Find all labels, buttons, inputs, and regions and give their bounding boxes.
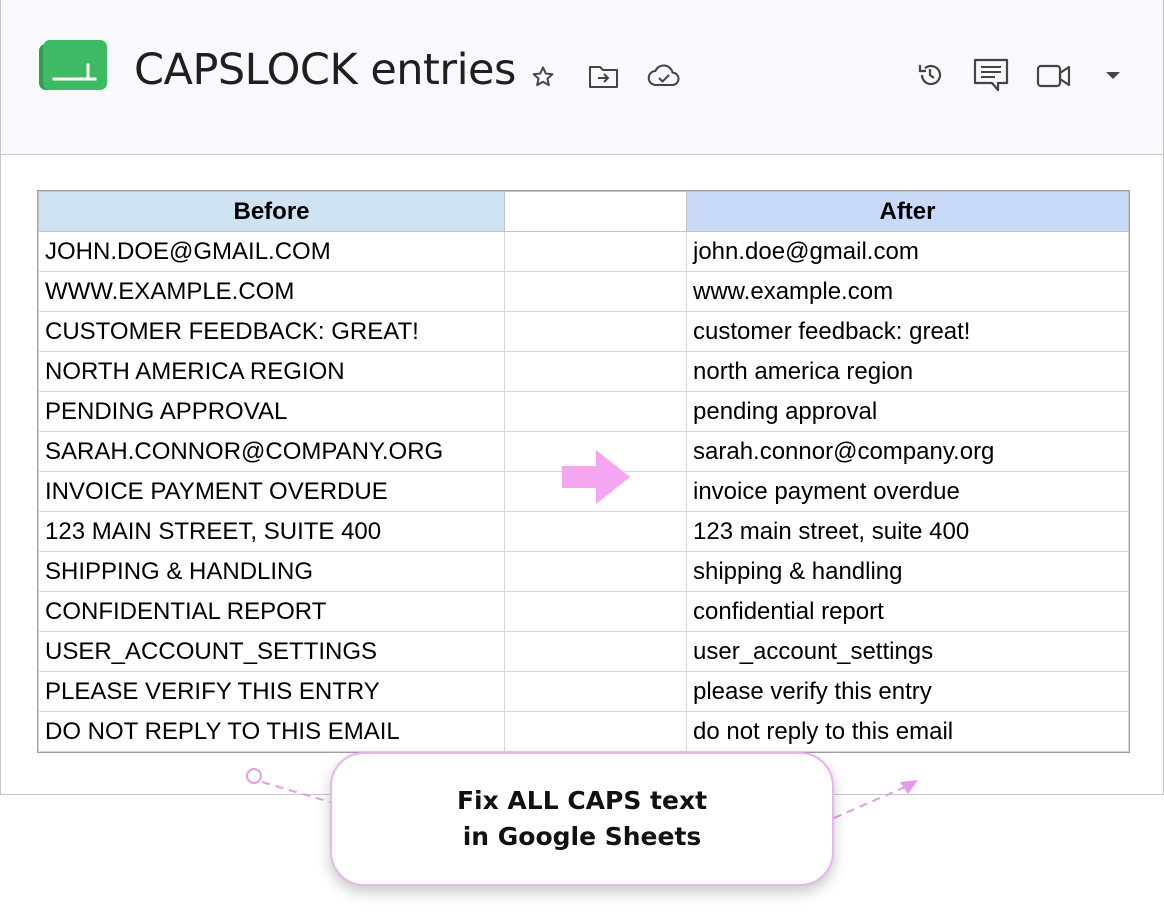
cell-before[interactable]: DO NOT REPLY TO THIS EMAIL <box>38 711 505 752</box>
cell-before[interactable]: INVOICE PAYMENT OVERDUE <box>38 471 505 512</box>
cell-after[interactable]: john.doe@gmail.com <box>686 231 1129 272</box>
app-header: CAPSLOCK entries <box>1 0 1163 155</box>
cell-before[interactable]: NORTH AMERICA REGION <box>38 351 505 392</box>
cell-spacer[interactable] <box>504 271 687 312</box>
cell-after[interactable]: user_account_settings <box>686 631 1129 672</box>
cell-spacer[interactable] <box>504 671 687 712</box>
cell-spacer[interactable] <box>504 591 687 632</box>
table-row: SHIPPING & HANDLING shipping & handling <box>38 551 1129 592</box>
cell-before[interactable]: SARAH.CONNOR@COMPANY.ORG <box>38 431 505 472</box>
star-icon[interactable] <box>530 64 556 90</box>
cell-after[interactable]: invoice payment overdue <box>686 471 1129 512</box>
cell-before[interactable]: PENDING APPROVAL <box>38 391 505 432</box>
cell-spacer[interactable] <box>504 311 687 352</box>
header-spacer[interactable] <box>504 191 687 232</box>
cell-after[interactable]: customer feedback: great! <box>686 311 1129 352</box>
table-row: 123 MAIN STREET, SUITE 400 123 main stree… <box>38 511 1129 552</box>
cell-after[interactable]: pending approval <box>686 391 1129 432</box>
header-before[interactable]: Before <box>38 191 505 232</box>
cell-spacer[interactable] <box>504 631 687 672</box>
table-row: WWW.EXAMPLE.COM www.example.com <box>38 271 1129 312</box>
cell-after[interactable]: north america region <box>686 351 1129 392</box>
cell-spacer[interactable] <box>504 511 687 552</box>
table-row: CUSTOMER FEEDBACK: GREAT! customer feedba… <box>38 311 1129 352</box>
table-row: JOHN.DOE@GMAIL.COM john.doe@gmail.com <box>38 231 1129 272</box>
cell-spacer[interactable] <box>504 711 687 752</box>
cell-spacer[interactable] <box>504 231 687 272</box>
cell-after[interactable]: shipping & handling <box>686 551 1129 592</box>
cell-after[interactable]: please verify this entry <box>686 671 1129 712</box>
cell-before[interactable]: 123 MAIN STREET, SUITE 400 <box>38 511 505 552</box>
sheets-window: CAPSLOCK entries Before After JOHN.DOE@G… <box>0 0 1164 795</box>
callout-line-1: Fix ALL CAPS text <box>456 786 708 815</box>
table-row: NORTH AMERICA REGION north america region <box>38 351 1129 392</box>
cell-before[interactable]: USER_ACCOUNT_SETTINGS <box>38 631 505 672</box>
table-row: CONFIDENTIAL REPORT confidential report <box>38 591 1129 632</box>
cloud-saved-icon[interactable] <box>647 63 681 89</box>
cell-after[interactable]: do not reply to this email <box>686 711 1129 752</box>
cell-spacer[interactable] <box>504 391 687 432</box>
cell-after[interactable]: www.example.com <box>686 271 1129 312</box>
cell-before[interactable]: SHIPPING & HANDLING <box>38 551 505 592</box>
callout-box: Fix ALL CAPS text in Google Sheets <box>330 752 834 886</box>
version-history-icon[interactable] <box>916 61 944 89</box>
header-after[interactable]: After <box>686 191 1129 232</box>
cell-before[interactable]: WWW.EXAMPLE.COM <box>38 271 505 312</box>
cell-after[interactable]: 123 main street, suite 400 <box>686 511 1129 552</box>
table-row: PENDING APPROVAL pending approval <box>38 391 1129 432</box>
table-row: USER_ACCOUNT_SETTINGS user_account_settin… <box>38 631 1129 672</box>
sheets-logo-icon[interactable] <box>39 40 107 92</box>
dropdown-caret-icon[interactable] <box>1104 70 1122 80</box>
callout-line-2: in Google Sheets <box>462 822 702 851</box>
cell-before[interactable]: CUSTOMER FEEDBACK: GREAT! <box>38 311 505 352</box>
cell-before[interactable]: JOHN.DOE@GMAIL.COM <box>38 231 505 272</box>
document-title[interactable]: CAPSLOCK entries <box>134 44 516 96</box>
arrow-right-icon <box>562 450 630 504</box>
cell-spacer[interactable] <box>504 351 687 392</box>
cell-before[interactable]: PLEASE VERIFY THIS ENTRY <box>38 671 505 712</box>
header-row: Before After <box>38 191 1129 232</box>
comments-icon[interactable] <box>973 58 1009 92</box>
cell-after[interactable]: confidential report <box>686 591 1129 632</box>
cell-after[interactable]: sarah.connor@company.org <box>686 431 1129 472</box>
meet-video-icon[interactable] <box>1036 63 1072 89</box>
table-row: PLEASE VERIFY THIS ENTRY please verify th… <box>38 671 1129 712</box>
cell-before[interactable]: CONFIDENTIAL REPORT <box>38 591 505 632</box>
table-row: DO NOT REPLY TO THIS EMAIL do not reply t… <box>38 711 1129 752</box>
cell-spacer[interactable] <box>504 551 687 592</box>
move-folder-icon[interactable] <box>588 64 620 90</box>
